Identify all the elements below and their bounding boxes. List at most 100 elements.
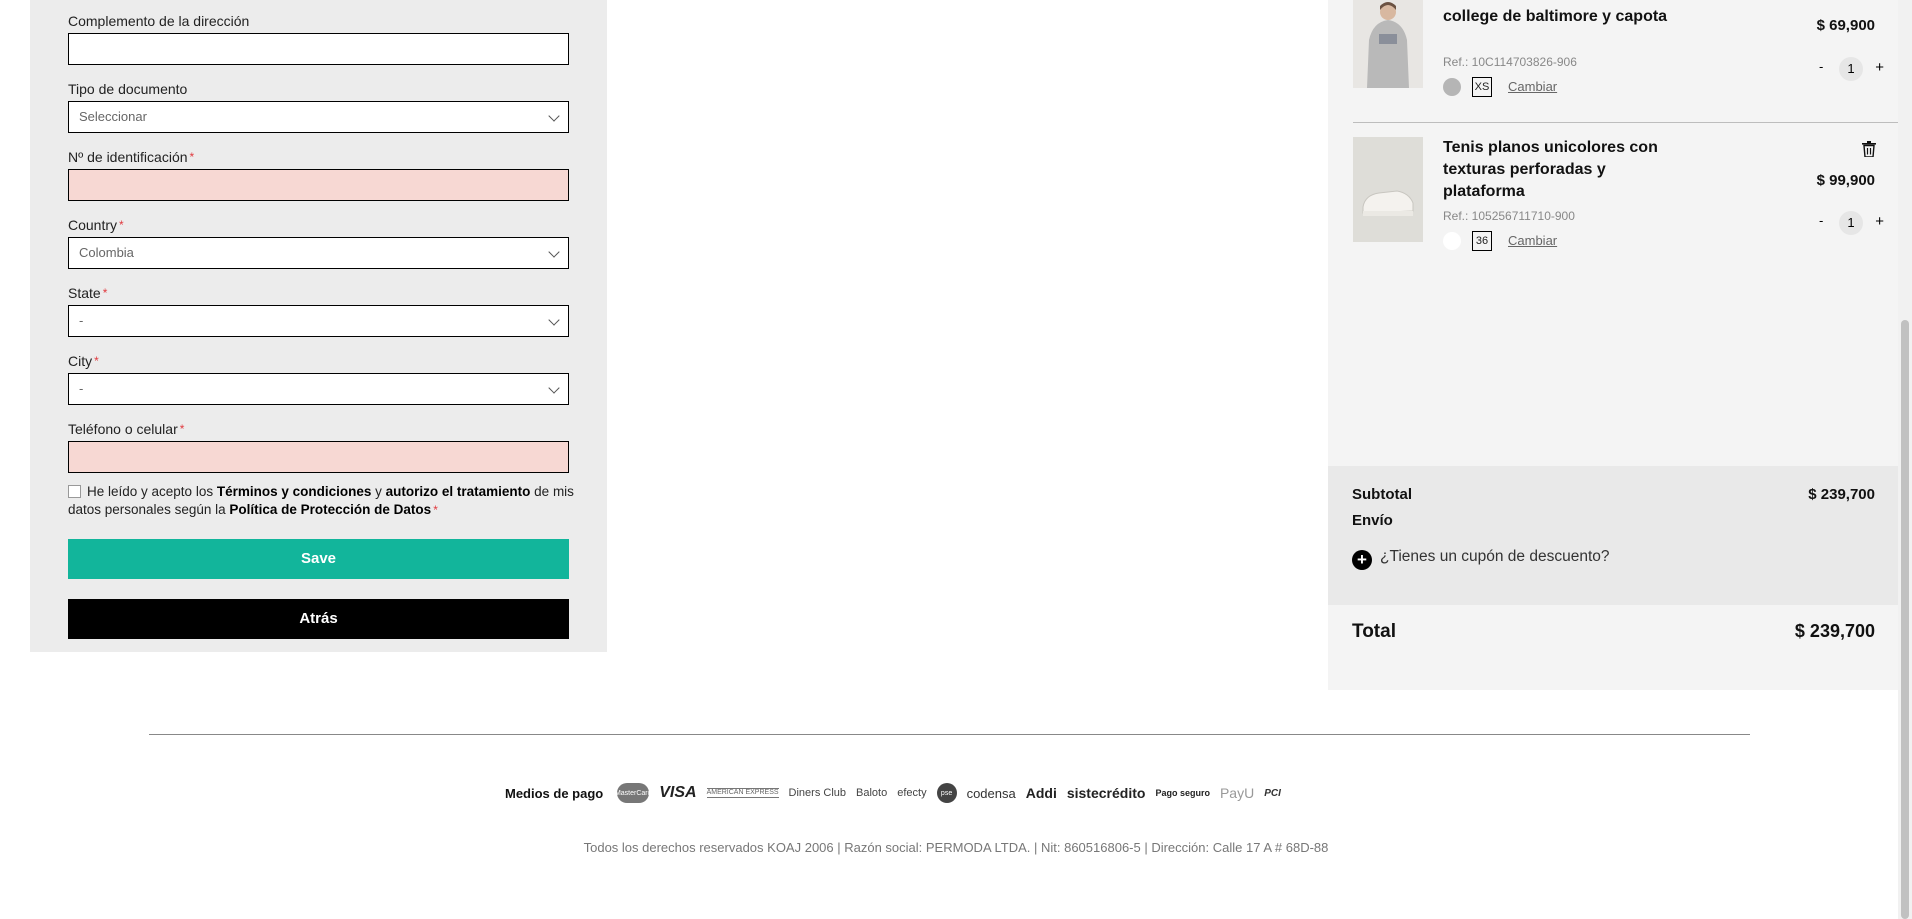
telefono-field: Teléfono o celular * — [68, 419, 569, 473]
telefono-label-text: Teléfono o celular — [68, 421, 178, 437]
complemento-input[interactable] — [68, 33, 569, 65]
decrease-quantity-button[interactable]: - — [1819, 213, 1823, 228]
product-title[interactable]: Tenis planos unicolores con texturas per… — [1443, 137, 1673, 203]
visa-logo: VISA — [659, 784, 697, 801]
amex-logo: AMERICAN EXPRESS — [706, 788, 779, 798]
terms-text-1: He leído y acepto los — [87, 484, 217, 499]
telefono-input[interactable] — [68, 441, 569, 473]
secure-payment-label: Pago seguro — [1155, 788, 1210, 798]
terms-consent: He leído y acepto los Términos y condici… — [68, 483, 578, 519]
privacy-policy-link[interactable]: Política de Protección de Datos — [229, 502, 431, 517]
quantity-stepper: - 1 + — [1819, 57, 1884, 81]
sistecredito-logo: sistecrédito — [1066, 785, 1146, 801]
footer-divider — [149, 734, 1750, 735]
back-button[interactable]: Atrás — [68, 599, 569, 639]
trash-icon[interactable] — [1862, 141, 1876, 157]
tipo-documento-label: Tipo de documento — [68, 81, 188, 97]
chevron-down-icon — [548, 314, 560, 326]
size-badge: XS — [1472, 77, 1492, 97]
product-ref: Ref.: 10C114703826-906 — [1443, 55, 1577, 69]
country-label-text: Country — [68, 217, 118, 233]
plus-circle-icon: + — [1352, 550, 1372, 570]
state-select[interactable]: - — [68, 305, 569, 337]
tipo-documento-field: Tipo de documento Seleccionar — [68, 79, 569, 133]
diners-logo: Diners Club — [788, 787, 847, 799]
product-ref: Ref.: 105256711710-900 — [1443, 209, 1575, 223]
codensa-logo: codensa — [966, 785, 1016, 801]
copyright-text: Todos los derechos reservados KOAJ 2006 … — [583, 840, 1329, 855]
coupon-toggle[interactable]: + ¿Tienes un cupón de descuento? — [1352, 548, 1610, 570]
chevron-down-icon — [548, 382, 560, 394]
required-asterisk: * — [94, 354, 99, 368]
city-field: City * - — [68, 351, 569, 405]
country-field: Country * Colombia — [68, 215, 569, 269]
required-asterisk: * — [433, 503, 438, 517]
subtotal-label: Subtotal — [1352, 486, 1412, 503]
cart-item: college de baltimore y capota Ref.: 10C1… — [1328, 0, 1898, 122]
identificacion-label-text: Nº de identificación — [68, 149, 188, 165]
product-image[interactable] — [1353, 137, 1423, 242]
change-link[interactable]: Cambiar — [1508, 233, 1557, 248]
change-link[interactable]: Cambiar — [1508, 79, 1557, 94]
identificacion-field: Nº de identificación * — [68, 147, 569, 201]
product-price: $ 69,900 — [1816, 17, 1875, 34]
cart-item: Tenis planos unicolores con texturas per… — [1328, 137, 1898, 257]
subtotal-value: $ 239,700 — [1808, 486, 1875, 503]
state-value: - — [79, 313, 84, 328]
increase-quantity-button[interactable]: + — [1875, 213, 1884, 230]
tipo-documento-value: Seleccionar — [79, 109, 147, 124]
cart-summary-panel: college de baltimore y capota Ref.: 10C1… — [1328, 0, 1898, 690]
terms-text-2: y — [371, 484, 386, 499]
identificacion-label: Nº de identificación * — [68, 147, 569, 167]
city-select[interactable]: - — [68, 373, 569, 405]
total-value: $ 239,700 — [1794, 621, 1875, 641]
color-swatch — [1443, 232, 1461, 250]
chevron-down-icon — [548, 110, 560, 122]
save-button[interactable]: Save — [68, 539, 569, 579]
country-value: Colombia — [79, 245, 134, 260]
product-price: $ 99,900 — [1816, 172, 1875, 189]
product-image[interactable] — [1353, 0, 1423, 88]
telefono-label: Teléfono o celular * — [68, 419, 569, 439]
checkout-form-panel: Complemento de la dirección Tipo de docu… — [30, 0, 607, 652]
required-asterisk: * — [189, 150, 195, 164]
terms-checkbox[interactable] — [68, 485, 81, 498]
country-select[interactable]: Colombia — [68, 237, 569, 269]
state-label: State * — [68, 283, 569, 303]
addi-logo: Addi — [1025, 785, 1057, 801]
required-asterisk: * — [179, 422, 185, 436]
tipo-documento-select[interactable]: Seleccionar — [68, 101, 569, 133]
order-summary: Subtotal $ 239,700 Envío + ¿Tienes un cup… — [1328, 466, 1898, 605]
baloto-logo: Baloto — [856, 787, 888, 799]
coupon-label: ¿Tienes un cupón de descuento? — [1380, 548, 1610, 565]
item-divider — [1353, 122, 1898, 123]
pse-logo: pse — [936, 783, 957, 803]
quantity-stepper: - 1 + — [1819, 211, 1884, 235]
decrease-quantity-button[interactable]: - — [1819, 59, 1823, 74]
efecty-logo: efecty — [897, 787, 927, 799]
authorize-text: autorizo el tratamiento — [385, 484, 531, 499]
product-title[interactable]: college de baltimore y capota — [1443, 6, 1673, 28]
quantity-value: 1 — [1839, 211, 1863, 235]
city-label: City * — [68, 351, 569, 371]
sneaker-image-icon — [1353, 137, 1423, 242]
city-value: - — [79, 381, 84, 396]
chevron-down-icon — [548, 246, 560, 258]
state-label-text: State — [68, 285, 101, 301]
increase-quantity-button[interactable]: + — [1875, 59, 1884, 76]
mastercard-logo: MasterCard — [615, 783, 652, 803]
terms-link[interactable]: Términos y condiciones — [217, 484, 372, 499]
total-label: Total — [1352, 621, 1396, 642]
pci-logo: PCI — [1264, 787, 1281, 799]
identificacion-input[interactable] — [68, 169, 569, 201]
required-asterisk: * — [119, 218, 124, 232]
payment-methods: Medios de pago MasterCard VISA AMERICAN … — [505, 781, 1281, 805]
shipping-label: Envío — [1352, 512, 1393, 529]
state-field: State * - — [68, 283, 569, 337]
payments-label: Medios de pago — [505, 785, 604, 801]
color-swatch — [1443, 78, 1461, 96]
complemento-label: Complemento de la dirección — [68, 13, 250, 29]
scrollbar-thumb[interactable] — [1901, 320, 1909, 919]
complemento-field: Complemento de la dirección — [68, 11, 569, 65]
required-asterisk: * — [102, 286, 108, 300]
